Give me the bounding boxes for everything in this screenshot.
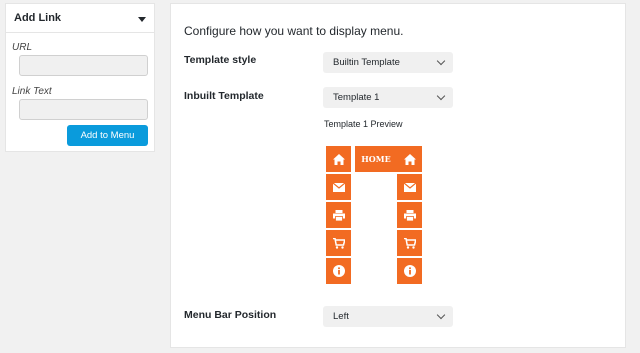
chevron-down-icon <box>436 91 446 101</box>
menu-bar-position-select[interactable]: Left <box>323 306 453 327</box>
preview-tile-cart-right <box>397 230 422 256</box>
preview-tile-mail <box>326 174 351 200</box>
preview-tile-info <box>326 258 351 284</box>
template-style-select[interactable]: Builtin Template <box>323 52 453 73</box>
chevron-down-icon <box>436 310 446 320</box>
add-link-header[interactable]: Add Link <box>6 4 154 33</box>
template-style-value: Builtin Template <box>333 57 400 68</box>
home-icon <box>403 153 416 165</box>
envelope-icon <box>332 182 345 192</box>
url-input[interactable] <box>19 55 148 76</box>
add-link-title: Add Link <box>14 12 62 24</box>
chevron-down-icon <box>436 56 446 66</box>
preview-tile-mail-right <box>397 174 422 200</box>
preview-home-label: HOME <box>355 146 397 172</box>
preview-tile-home-right <box>397 146 422 172</box>
preview-tile-home <box>326 146 351 172</box>
menu-bar-position-label: Menu Bar Position <box>184 309 277 321</box>
preview-tile-info-right <box>397 258 422 284</box>
print-icon <box>332 209 345 221</box>
configure-panel: Configure how you want to display menu. … <box>170 3 626 348</box>
info-icon <box>332 265 345 277</box>
template-style-label: Template style <box>184 54 257 66</box>
caret-down-icon[interactable] <box>138 17 146 22</box>
add-to-menu-button[interactable]: Add to Menu <box>67 125 148 146</box>
preview-tile-print-right <box>397 202 422 228</box>
inbuilt-template-select[interactable]: Template 1 <box>323 87 453 108</box>
add-link-panel: Add Link URL Link Text Add to Menu <box>5 3 155 152</box>
info-icon <box>403 265 416 277</box>
link-text-input[interactable] <box>19 99 148 120</box>
print-icon <box>403 209 416 221</box>
preview-tile-print <box>326 202 351 228</box>
preview-label: Template 1 Preview <box>324 119 403 129</box>
link-text-label: Link Text <box>12 86 52 97</box>
cart-icon <box>332 237 345 249</box>
url-label: URL <box>12 42 33 53</box>
home-icon <box>332 153 345 165</box>
envelope-icon <box>403 182 416 192</box>
configure-heading: Configure how you want to display menu. <box>184 24 404 38</box>
preview-tile-cart <box>326 230 351 256</box>
inbuilt-template-label: Inbuilt Template <box>184 90 264 102</box>
menu-bar-position-value: Left <box>333 311 349 322</box>
cart-icon <box>403 237 416 249</box>
inbuilt-template-value: Template 1 <box>333 92 380 103</box>
